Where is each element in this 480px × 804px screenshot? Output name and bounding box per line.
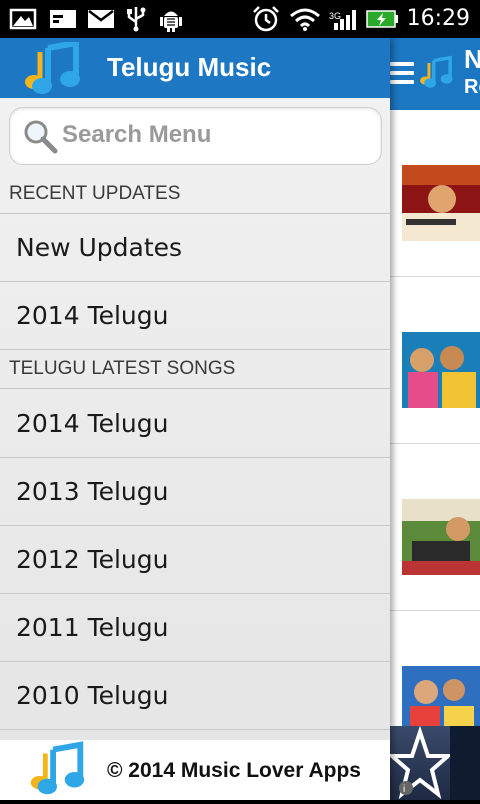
menu-item-2012-telugu[interactable]: 2012 Telugu	[0, 526, 390, 594]
footer-copyright: © 2014 Music Lover Apps	[107, 759, 361, 782]
menu-item-label: 2014 Telugu	[16, 301, 169, 330]
menu-item-label: 2013 Telugu	[16, 477, 169, 506]
content-subtitle: Re	[464, 76, 480, 98]
drawer-title: Telugu Music	[107, 52, 272, 82]
status-time: 16:29	[406, 6, 470, 31]
search-placeholder: Search Menu	[62, 121, 212, 148]
menu-item-label: 2011 Telugu	[16, 613, 169, 642]
app-logo-icon	[18, 39, 86, 96]
svg-text:3G: 3G	[329, 11, 341, 21]
section-header-label: RECENT UPDATES	[9, 183, 181, 204]
menu-item-2014-telugu[interactable]: 2014 Telugu	[0, 390, 390, 458]
menu-item-2011-telugu[interactable]: 2011 Telugu	[0, 594, 390, 662]
section-header-telugu-latest-songs: TELUGU LATEST SONGS	[0, 350, 390, 389]
section-header-recent-updates: RECENT UPDATES	[0, 175, 390, 214]
navigation-drawer: Telugu Music Search Menu RECENT UPDATES …	[0, 38, 390, 800]
menu-item-new-updates[interactable]: New Updates	[0, 214, 390, 282]
menu-item-label: 2014 Telugu	[16, 409, 169, 438]
app-logo-icon	[24, 740, 90, 800]
content-action-bar: N Re	[380, 38, 480, 110]
drawer-header: Telugu Music	[0, 38, 390, 98]
search-input[interactable]: Search Menu	[9, 107, 382, 165]
gallery-icon	[8, 7, 38, 31]
menu-item-label: 2012 Telugu	[16, 545, 169, 574]
android-debug-icon	[158, 7, 184, 32]
menu-item-2013-telugu[interactable]: 2013 Telugu	[0, 458, 390, 526]
mail-icon	[86, 7, 116, 31]
list-item[interactable]	[380, 110, 480, 277]
ad-banner[interactable]: i	[386, 725, 454, 800]
ad-banner-edge	[450, 726, 480, 800]
alarm-icon	[252, 6, 280, 32]
signal-icon: 3G	[328, 7, 362, 31]
main-content: N Re i	[380, 38, 480, 800]
hamburger-menu-icon[interactable]	[390, 62, 414, 84]
album-thumbnail	[402, 499, 480, 575]
menu-item-recent-2014-telugu[interactable]: 2014 Telugu	[0, 282, 390, 350]
drawer-footer: © 2014 Music Lover Apps	[0, 740, 390, 800]
wifi-icon	[288, 7, 322, 31]
section-header-label: TELUGU LATEST SONGS	[9, 358, 236, 379]
search-icon	[22, 118, 58, 154]
usb-icon	[124, 7, 148, 32]
menu-item-label: New Updates	[16, 233, 183, 262]
album-thumbnail	[402, 332, 480, 408]
battery-charging-icon	[366, 7, 400, 31]
list-item[interactable]	[380, 277, 480, 444]
content-title: N	[464, 44, 480, 74]
menu-item-2010-telugu[interactable]: 2010 Telugu	[0, 662, 390, 730]
list-item[interactable]	[380, 444, 480, 611]
status-bar: 3G 16:29	[0, 0, 480, 38]
svg-text:i: i	[403, 784, 405, 795]
album-thumbnail	[402, 165, 480, 241]
app-logo-icon	[416, 50, 456, 96]
menu-item-label: 2010 Telugu	[16, 681, 169, 710]
email-icon	[48, 7, 78, 31]
